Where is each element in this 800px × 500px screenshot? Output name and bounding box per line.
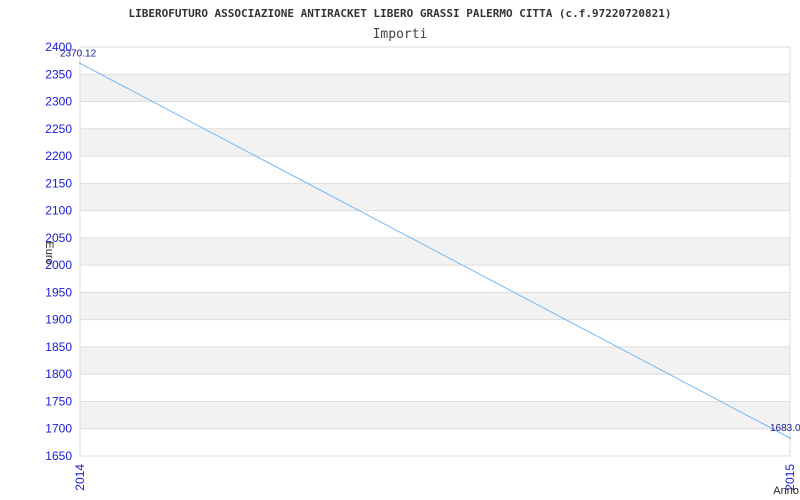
y-tick-label: 2250 xyxy=(45,122,72,136)
y-tick-label: 2200 xyxy=(45,149,72,163)
chart-subtitle: Importi xyxy=(373,27,428,42)
y-tick-label: 1750 xyxy=(45,394,72,408)
grid-band xyxy=(80,183,790,211)
data-label: 1683.0 xyxy=(770,423,800,434)
x-tick-label: 2014 xyxy=(73,464,87,491)
y-tick-label: 1950 xyxy=(45,285,72,299)
y-tick-label: 1700 xyxy=(45,422,72,436)
grid-band xyxy=(80,237,790,266)
y-tick-label: 1800 xyxy=(45,367,72,381)
y-tick-label: 1850 xyxy=(45,340,72,354)
grid-band xyxy=(80,128,790,157)
grid-bands xyxy=(80,74,790,429)
y-axis-label: Euro xyxy=(43,241,55,264)
y-tick-label: 1900 xyxy=(45,313,72,327)
grid-band xyxy=(80,292,790,320)
grid-band xyxy=(80,74,790,102)
y-tick-label: 2100 xyxy=(45,204,72,218)
data-point xyxy=(79,62,81,65)
x-axis-label: Anno xyxy=(773,485,799,497)
y-tick-label: 1650 xyxy=(45,449,72,463)
grid-band xyxy=(80,346,790,375)
grid-band xyxy=(80,401,790,429)
chart-title: LIBEROFUTURO ASSOCIAZIONE ANTIRACKET LIB… xyxy=(128,7,671,20)
y-tick-label: 2150 xyxy=(45,176,72,190)
y-tick-label: 2350 xyxy=(45,67,72,81)
line-chart: LIBEROFUTURO ASSOCIAZIONE ANTIRACKET LIB… xyxy=(43,7,800,497)
data-label: 2370.12 xyxy=(60,48,97,59)
y-tick-label: 2300 xyxy=(45,95,72,109)
data-point xyxy=(789,437,791,440)
